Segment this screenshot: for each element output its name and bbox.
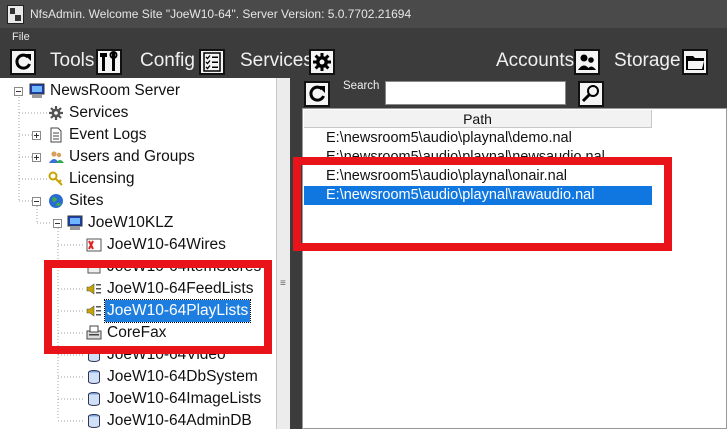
tree-item-label: JoeW10-64ItemStores — [107, 258, 262, 275]
search-input[interactable] — [385, 81, 566, 105]
collapse-icon[interactable] — [32, 197, 41, 206]
tree-item-itemstores[interactable]: JoeW10-64ItemStores — [0, 256, 275, 278]
storage-button[interactable] — [682, 49, 708, 75]
tree-item-label: Sites — [69, 192, 104, 209]
tree-item-sites[interactable]: Sites — [0, 190, 275, 212]
tree-item-label: Services — [69, 104, 129, 121]
fax-icon — [86, 325, 102, 340]
tree-item-event-logs[interactable]: Event Logs — [0, 124, 275, 146]
services-button[interactable] — [309, 49, 335, 75]
users-icon — [49, 151, 64, 163]
tree-item-admindb[interactable]: JoeW10-64AdminDB — [0, 410, 275, 429]
accounts-button[interactable] — [574, 49, 600, 75]
item-store-icon — [87, 260, 101, 274]
tree-item-label: JoeW10-64ImageLists — [107, 390, 262, 407]
services-menu-label[interactable]: Services — [240, 50, 313, 72]
list-item[interactable]: E:\newsroom5\audio\playnal\newsaudio.nal — [304, 148, 652, 167]
menu-file[interactable]: File — [12, 31, 30, 43]
refresh-icon — [309, 85, 325, 102]
config-menu-label[interactable]: Config — [140, 50, 195, 72]
document-icon — [50, 127, 62, 143]
list-item-selected[interactable]: E:\newsroom5\audio\playnal\rawaudio.nal — [304, 186, 652, 205]
accounts-menu-label[interactable]: Accounts — [496, 50, 574, 72]
tree-item-services[interactable]: Services — [0, 102, 275, 124]
refresh-button[interactable] — [10, 49, 36, 75]
window-title: NfsAdmin. Welcome Site "JoeW10-64". Serv… — [30, 7, 412, 21]
tree-item-label: Users and Groups — [69, 148, 195, 165]
tree-item-label: JoeW10KLZ — [88, 214, 174, 231]
tree-item-site[interactable]: JoeW10KLZ — [0, 212, 275, 234]
collapse-icon[interactable] — [53, 219, 62, 228]
search-label: Search — [343, 80, 380, 92]
title-bar: NfsAdmin. Welcome Site "JoeW10-64". Serv… — [0, 0, 727, 28]
storage-menu-label[interactable]: Storage — [614, 50, 681, 72]
content-panel: Search Path E:\newsroom5\audio\playnal\d… — [302, 78, 727, 429]
tree-item-label: JoeW10-64Video — [107, 346, 226, 363]
menu-bar: File — [0, 28, 727, 46]
expand-icon[interactable] — [32, 131, 41, 140]
tree-item-label: JoeW10-64FeedLists — [107, 280, 254, 297]
wires-icon — [86, 238, 102, 252]
database-icon — [88, 392, 100, 406]
navigation-tree[interactable]: ≡ NewsRoom Server Services Event Logs Us… — [0, 78, 290, 429]
folder-icon — [686, 56, 704, 70]
speaker-list-icon — [86, 305, 101, 317]
tree-item-label: JoeW10-64Wires — [107, 236, 226, 253]
collapse-icon[interactable] — [14, 87, 23, 96]
tools-icon — [100, 51, 118, 71]
gear-icon — [313, 53, 331, 71]
tree-item-label: Licensing — [69, 170, 135, 187]
search-button[interactable] — [578, 81, 604, 107]
tree-item-users-and-groups[interactable]: Users and Groups — [0, 146, 275, 168]
tree-item-imagelists[interactable]: JoeW10-64ImageLists — [0, 388, 275, 410]
refresh-icon — [15, 53, 31, 70]
computer-icon — [67, 215, 83, 230]
expand-icon[interactable] — [32, 153, 41, 162]
tree-item-feedlists[interactable]: JoeW10-64FeedLists — [0, 278, 275, 300]
content-toolbar: Search — [302, 78, 727, 108]
main-toolbar: Tools Config Services Accounts Storage — [0, 46, 727, 78]
checklist-icon — [203, 52, 221, 72]
tree-item-dbsystem[interactable]: JoeW10-64DbSystem — [0, 366, 275, 388]
column-header-path[interactable]: Path — [304, 110, 652, 128]
tree-item-video[interactable]: JoeW10-64Video — [0, 344, 275, 366]
list-item[interactable]: E:\newsroom5\audio\playnal\demo.nal — [304, 129, 652, 148]
tree-item-licensing[interactable]: Licensing — [0, 168, 275, 190]
scroll-grip-icon[interactable]: ≡ — [280, 279, 287, 289]
tree-item-label-selected: JoeW10-64PlayLists — [103, 299, 252, 323]
database-icon — [88, 370, 100, 384]
tree-item-newsroom-server[interactable]: NewsRoom Server — [0, 80, 275, 102]
users-icon — [578, 54, 596, 70]
computer-icon — [29, 83, 45, 98]
tree-item-wires[interactable]: JoeW10-64Wires — [0, 234, 275, 256]
tree-item-playlists[interactable]: JoeW10-64PlayLists — [0, 299, 275, 323]
tree-item-label: JoeW10-64AdminDB — [107, 412, 252, 429]
config-button[interactable] — [199, 49, 225, 75]
tree-item-label: JoeW10-64DbSystem — [107, 368, 258, 385]
list-refresh-button[interactable] — [304, 81, 330, 107]
tools-menu-label[interactable]: Tools — [50, 50, 94, 72]
key-icon — [48, 171, 63, 186]
gear-icon — [49, 106, 63, 120]
tree-item-label: CoreFax — [107, 324, 167, 341]
speaker-list-icon — [86, 283, 101, 295]
app-icon — [7, 5, 24, 24]
database-icon — [88, 414, 100, 428]
search-icon — [581, 85, 599, 103]
database-icon — [88, 348, 100, 362]
path-list[interactable]: Path E:\newsroom5\audio\playnal\demo.nal… — [302, 108, 727, 429]
list-item[interactable]: E:\newsroom5\audio\playnal\onair.nal — [304, 167, 652, 186]
tree-item-label: Event Logs — [69, 126, 147, 143]
globe-icon — [49, 194, 63, 208]
tree-item-corefax[interactable]: CoreFax — [0, 322, 275, 344]
tools-button[interactable] — [96, 49, 122, 75]
tree-item-label: NewsRoom Server — [50, 82, 181, 99]
